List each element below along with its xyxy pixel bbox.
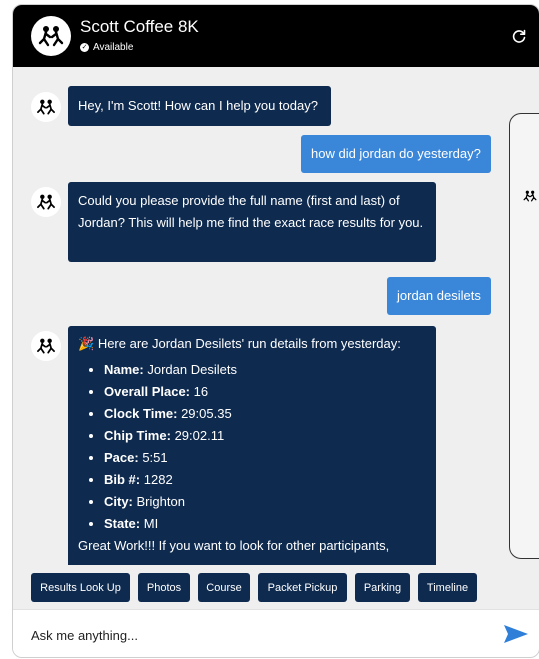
bot-message: Hey, I'm Scott! How can I help you today… bbox=[68, 86, 331, 126]
send-icon[interactable] bbox=[503, 623, 529, 645]
list-item: Chip Time: 29:02.11 bbox=[104, 425, 426, 447]
status-text: Available bbox=[93, 42, 134, 53]
check-icon: ✓ bbox=[80, 43, 89, 52]
party-popper-icon: 🎉 bbox=[78, 336, 95, 351]
status-badge: ✓ Available bbox=[80, 42, 133, 53]
user-message: jordan desilets bbox=[387, 277, 491, 315]
list-item: Pace: 5:51 bbox=[104, 447, 426, 469]
chat-header: Scott Coffee 8K ✓ Available bbox=[13, 5, 539, 67]
chat-widget: Scott Coffee 8K ✓ Available Hey, I'm Sco… bbox=[12, 4, 539, 658]
results-outro: Great Work!!! If you want to look for ot… bbox=[78, 538, 390, 553]
list-item: Overall Place: 16 bbox=[104, 381, 426, 403]
runners-logo-icon bbox=[38, 26, 64, 47]
quick-actions-bar: Results Look Up Photos Course Packet Pic… bbox=[13, 565, 539, 609]
avatar bbox=[31, 16, 71, 56]
bot-avatar bbox=[31, 331, 61, 361]
results-intro-line: 🎉 Here are Jordan Desilets' run details … bbox=[78, 333, 426, 355]
side-panel[interactable] bbox=[509, 113, 539, 559]
runners-logo-icon bbox=[37, 99, 55, 115]
chat-messages[interactable]: Hey, I'm Scott! How can I help you today… bbox=[13, 67, 539, 565]
timeline-button[interactable]: Timeline bbox=[418, 573, 477, 602]
message-input[interactable] bbox=[29, 624, 493, 646]
user-message: how did jordan do yesterday? bbox=[301, 135, 491, 173]
bot-avatar bbox=[31, 187, 61, 217]
course-button[interactable]: Course bbox=[198, 573, 250, 602]
parking-button[interactable]: Parking bbox=[355, 573, 410, 602]
refresh-icon[interactable] bbox=[511, 28, 527, 44]
list-item: Name: Jordan Desilets bbox=[104, 359, 426, 381]
message-composer bbox=[13, 609, 539, 657]
bot-message-results: 🎉 Here are Jordan Desilets' run details … bbox=[68, 326, 436, 565]
results-lookup-button[interactable]: Results Look Up bbox=[31, 573, 130, 602]
list-item: Bib #: 1282 bbox=[104, 469, 426, 491]
chat-title: Scott Coffee 8K bbox=[80, 17, 199, 36]
list-item: State: MI bbox=[104, 513, 426, 535]
photos-button[interactable]: Photos bbox=[138, 573, 190, 602]
runners-logo-icon bbox=[523, 190, 537, 202]
runners-logo-icon bbox=[37, 194, 55, 210]
results-intro: Here are Jordan Desilets' run details fr… bbox=[97, 336, 401, 351]
bot-avatar bbox=[31, 92, 61, 122]
results-list: Name: Jordan Desilets Overall Place: 16 … bbox=[78, 359, 426, 535]
bot-message: Could you please provide the full name (… bbox=[68, 182, 436, 262]
packet-pickup-button[interactable]: Packet Pickup bbox=[258, 573, 347, 602]
list-item: Clock Time: 29:05.35 bbox=[104, 403, 426, 425]
list-item: City: Brighton bbox=[104, 491, 426, 513]
runners-logo-icon bbox=[37, 338, 55, 354]
